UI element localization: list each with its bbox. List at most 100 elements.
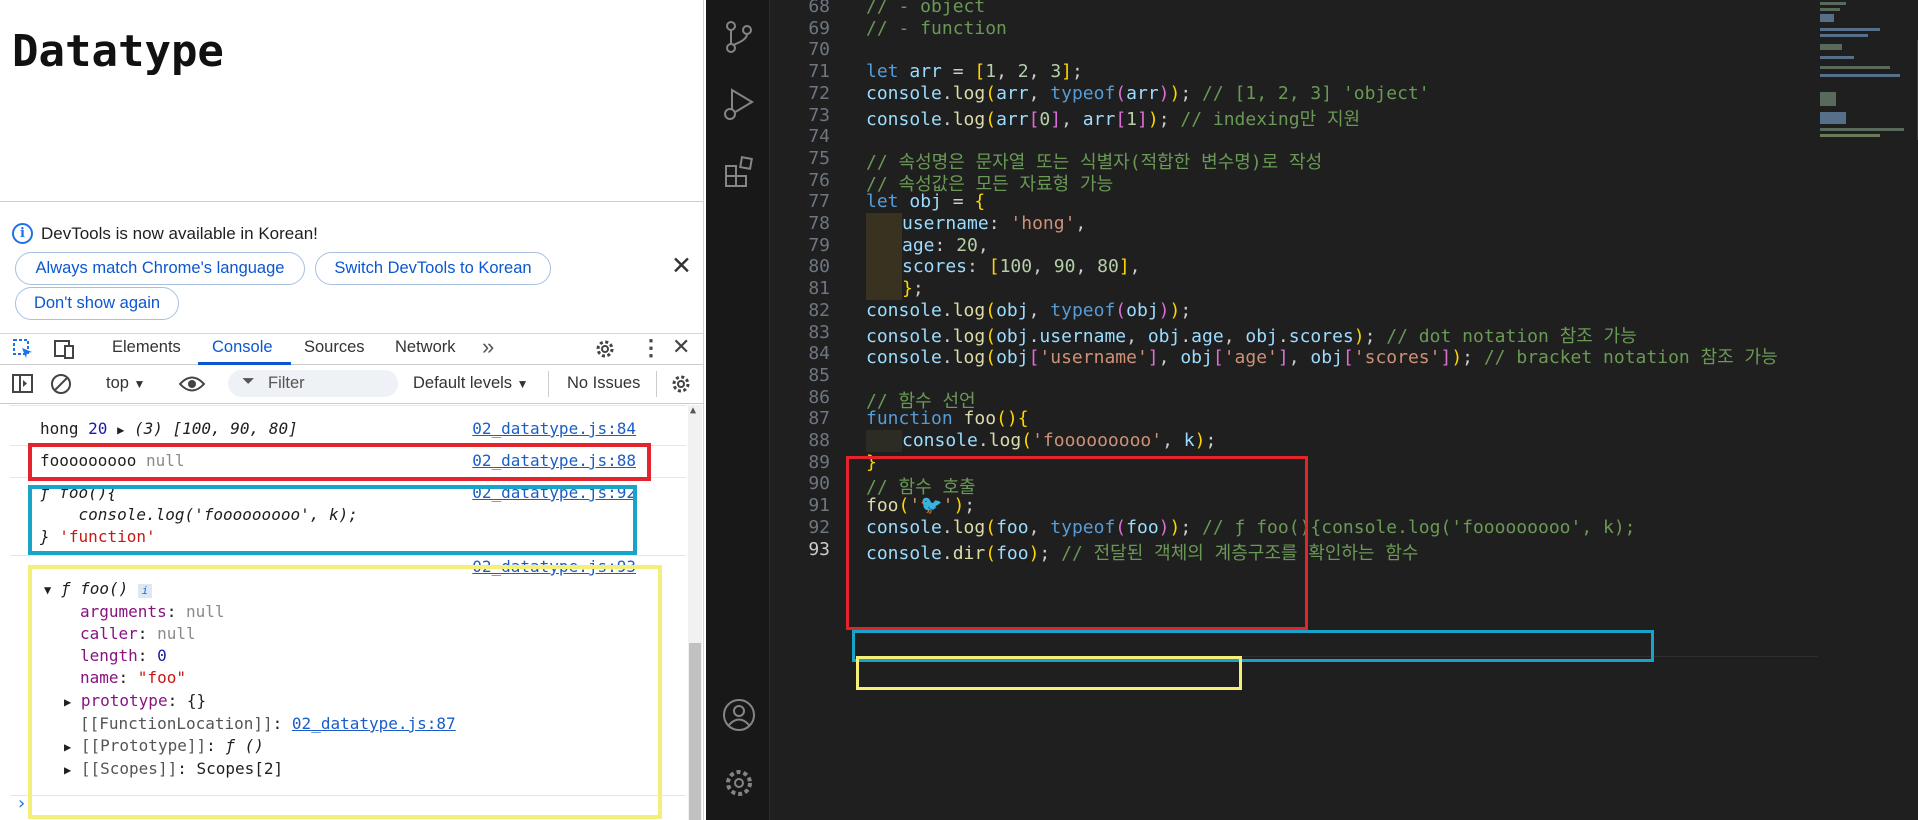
live-expression-eye-icon[interactable] — [179, 375, 205, 393]
code-line: // - function — [866, 17, 1007, 39]
log-array: (3) [100, 90, 80] — [133, 419, 298, 438]
line-number: 84 — [808, 343, 830, 365]
source-control-icon[interactable] — [724, 20, 754, 54]
line-number: 71 — [808, 61, 830, 83]
inspect-element-icon[interactable] — [12, 338, 34, 360]
filter-placeholder: Filter — [268, 374, 305, 392]
more-tabs-icon[interactable]: » — [482, 334, 494, 360]
code-line: // - object — [866, 0, 986, 17]
indent-guide — [866, 430, 902, 452]
accounts-icon[interactable] — [722, 698, 756, 732]
indent-guide — [866, 278, 902, 301]
tab-sources[interactable]: Sources — [304, 338, 365, 357]
line-number: 87 — [808, 408, 830, 430]
more-options-icon[interactable]: ⋮ — [640, 335, 662, 361]
toolbar-divider — [548, 371, 549, 397]
code-line: }; — [902, 278, 924, 300]
tab-network[interactable]: Network — [395, 338, 456, 357]
code-line: console.log(obj['username'], obj['age'],… — [866, 347, 1778, 369]
line-number: 74 — [808, 126, 830, 148]
line-number: 86 — [808, 386, 830, 408]
log-row-obj: hong 20 ▶ (3) [100, 90, 80] — [40, 419, 298, 438]
log-levels-dropdown[interactable]: Default levels ▼ — [413, 374, 529, 393]
line-number: 88 — [808, 430, 830, 451]
minimap[interactable] — [1790, 0, 1918, 160]
log-number: 20 — [88, 419, 108, 438]
scroll-up-arrow-icon[interactable]: ▲ — [690, 405, 696, 416]
line-number: 90 — [808, 473, 830, 495]
toolbar-divider — [656, 371, 657, 397]
console-prompt-icon[interactable]: › — [16, 793, 27, 814]
code-line: username: 'hong', — [902, 213, 1087, 234]
dont-show-again-button[interactable]: Don't show again — [15, 287, 179, 320]
page-heading: Datatype — [12, 26, 224, 77]
indent-guide — [866, 213, 902, 235]
log-text: hong — [40, 419, 79, 438]
console-settings-icon[interactable] — [670, 373, 692, 395]
clear-console-icon[interactable] — [50, 373, 72, 395]
log-levels-label: Default levels — [413, 374, 513, 392]
filter-input[interactable]: ⏷ Filter — [228, 370, 398, 397]
line-number: 81 — [808, 278, 830, 300]
always-match-language-button[interactable]: Always match Chrome's language — [15, 252, 305, 285]
close-devtools-icon[interactable]: ✕ — [672, 334, 690, 360]
line-number: 77 — [808, 191, 830, 213]
issues-counter[interactable]: No Issues — [567, 374, 640, 393]
sidebar-toggle-icon[interactable] — [12, 374, 34, 394]
annotation-yellow-box — [28, 565, 662, 819]
annotation-red-box — [846, 456, 1308, 630]
line-number: 92 — [808, 516, 830, 538]
code-editor[interactable]: 68 // - object 69 // - function 70 71 let arr … — [770, 0, 1918, 820]
context-selector[interactable]: top ▼ — [106, 374, 145, 393]
row-separator — [10, 555, 686, 556]
line-number: 69 — [808, 17, 830, 39]
tab-console[interactable]: Console — [212, 338, 273, 357]
indent-guide — [866, 234, 902, 257]
extensions-icon[interactable] — [724, 154, 756, 188]
tab-elements[interactable]: Elements — [112, 338, 181, 357]
switch-devtools-korean-button[interactable]: Switch DevTools to Korean — [315, 252, 551, 285]
line-number: 82 — [808, 299, 830, 321]
code-line: scores: [100, 90, 80], — [902, 256, 1141, 278]
code-line: console.log(obj, typeof(obj)); — [866, 299, 1192, 321]
console-scrollbar[interactable]: ▲ — [688, 405, 702, 820]
console-toolbar: top ▼ ⏷ Filter Default levels ▼ No Issue… — [0, 365, 704, 404]
settings-gear-icon[interactable] — [594, 338, 616, 360]
line-number: 76 — [808, 169, 830, 191]
source-link[interactable]: 02_datatype.js:84 — [472, 419, 636, 438]
console-output: hong 20 ▶ (3) [100, 90, 80] 02_datatype.… — [0, 405, 704, 820]
run-debug-icon[interactable] — [722, 86, 756, 122]
annotation-cyan-box — [28, 485, 637, 555]
vscode-activity-bar — [706, 0, 770, 820]
infobar-message: DevTools is now available in Korean! — [41, 223, 318, 243]
language-infobar: i DevTools is now available in Korean! A… — [0, 202, 703, 334]
line-number: 89 — [808, 451, 830, 473]
line-number: 85 — [808, 364, 830, 386]
code-line: console.log(arr, typeof(arr)); // [1, 2,… — [866, 82, 1430, 104]
indent-guide — [866, 256, 902, 279]
line-number: 72 — [808, 82, 830, 104]
infobar-message-row: i DevTools is now available in Korean! — [12, 223, 318, 244]
scrollbar-thumb[interactable] — [689, 643, 701, 820]
code-line: let obj = { — [866, 191, 986, 213]
close-infobar-icon[interactable]: ✕ — [671, 251, 692, 281]
code-line: console.log('fooooooooo', k); — [902, 430, 1217, 451]
expand-triangle-icon[interactable]: ▶ — [117, 423, 124, 437]
line-number: 70 — [808, 39, 830, 61]
line-number: 83 — [808, 321, 830, 343]
chevron-down-icon: ▼ — [133, 377, 146, 391]
devtools-tabbar: Elements Console Sources Network » ⋮ ✕ — [0, 334, 704, 365]
page-viewport: Datatype — [0, 0, 703, 202]
manage-gear-icon[interactable] — [722, 766, 756, 800]
device-toolbar-icon[interactable] — [52, 338, 76, 360]
line-number: 91 — [808, 495, 830, 517]
line-number: 93 — [808, 538, 830, 560]
code-line: let arr = [1, 2, 3]; — [866, 61, 1083, 83]
line-number: 68 — [808, 0, 830, 17]
annotation-red-box — [28, 443, 651, 481]
code-line: console.log(arr[0], arr[1]); // indexing… — [866, 108, 1361, 130]
chevron-down-icon: ▼ — [516, 377, 529, 391]
annotation-yellow-box — [856, 656, 1242, 690]
line-number: 79 — [808, 234, 830, 256]
code-line: function foo(){ — [866, 408, 1029, 430]
